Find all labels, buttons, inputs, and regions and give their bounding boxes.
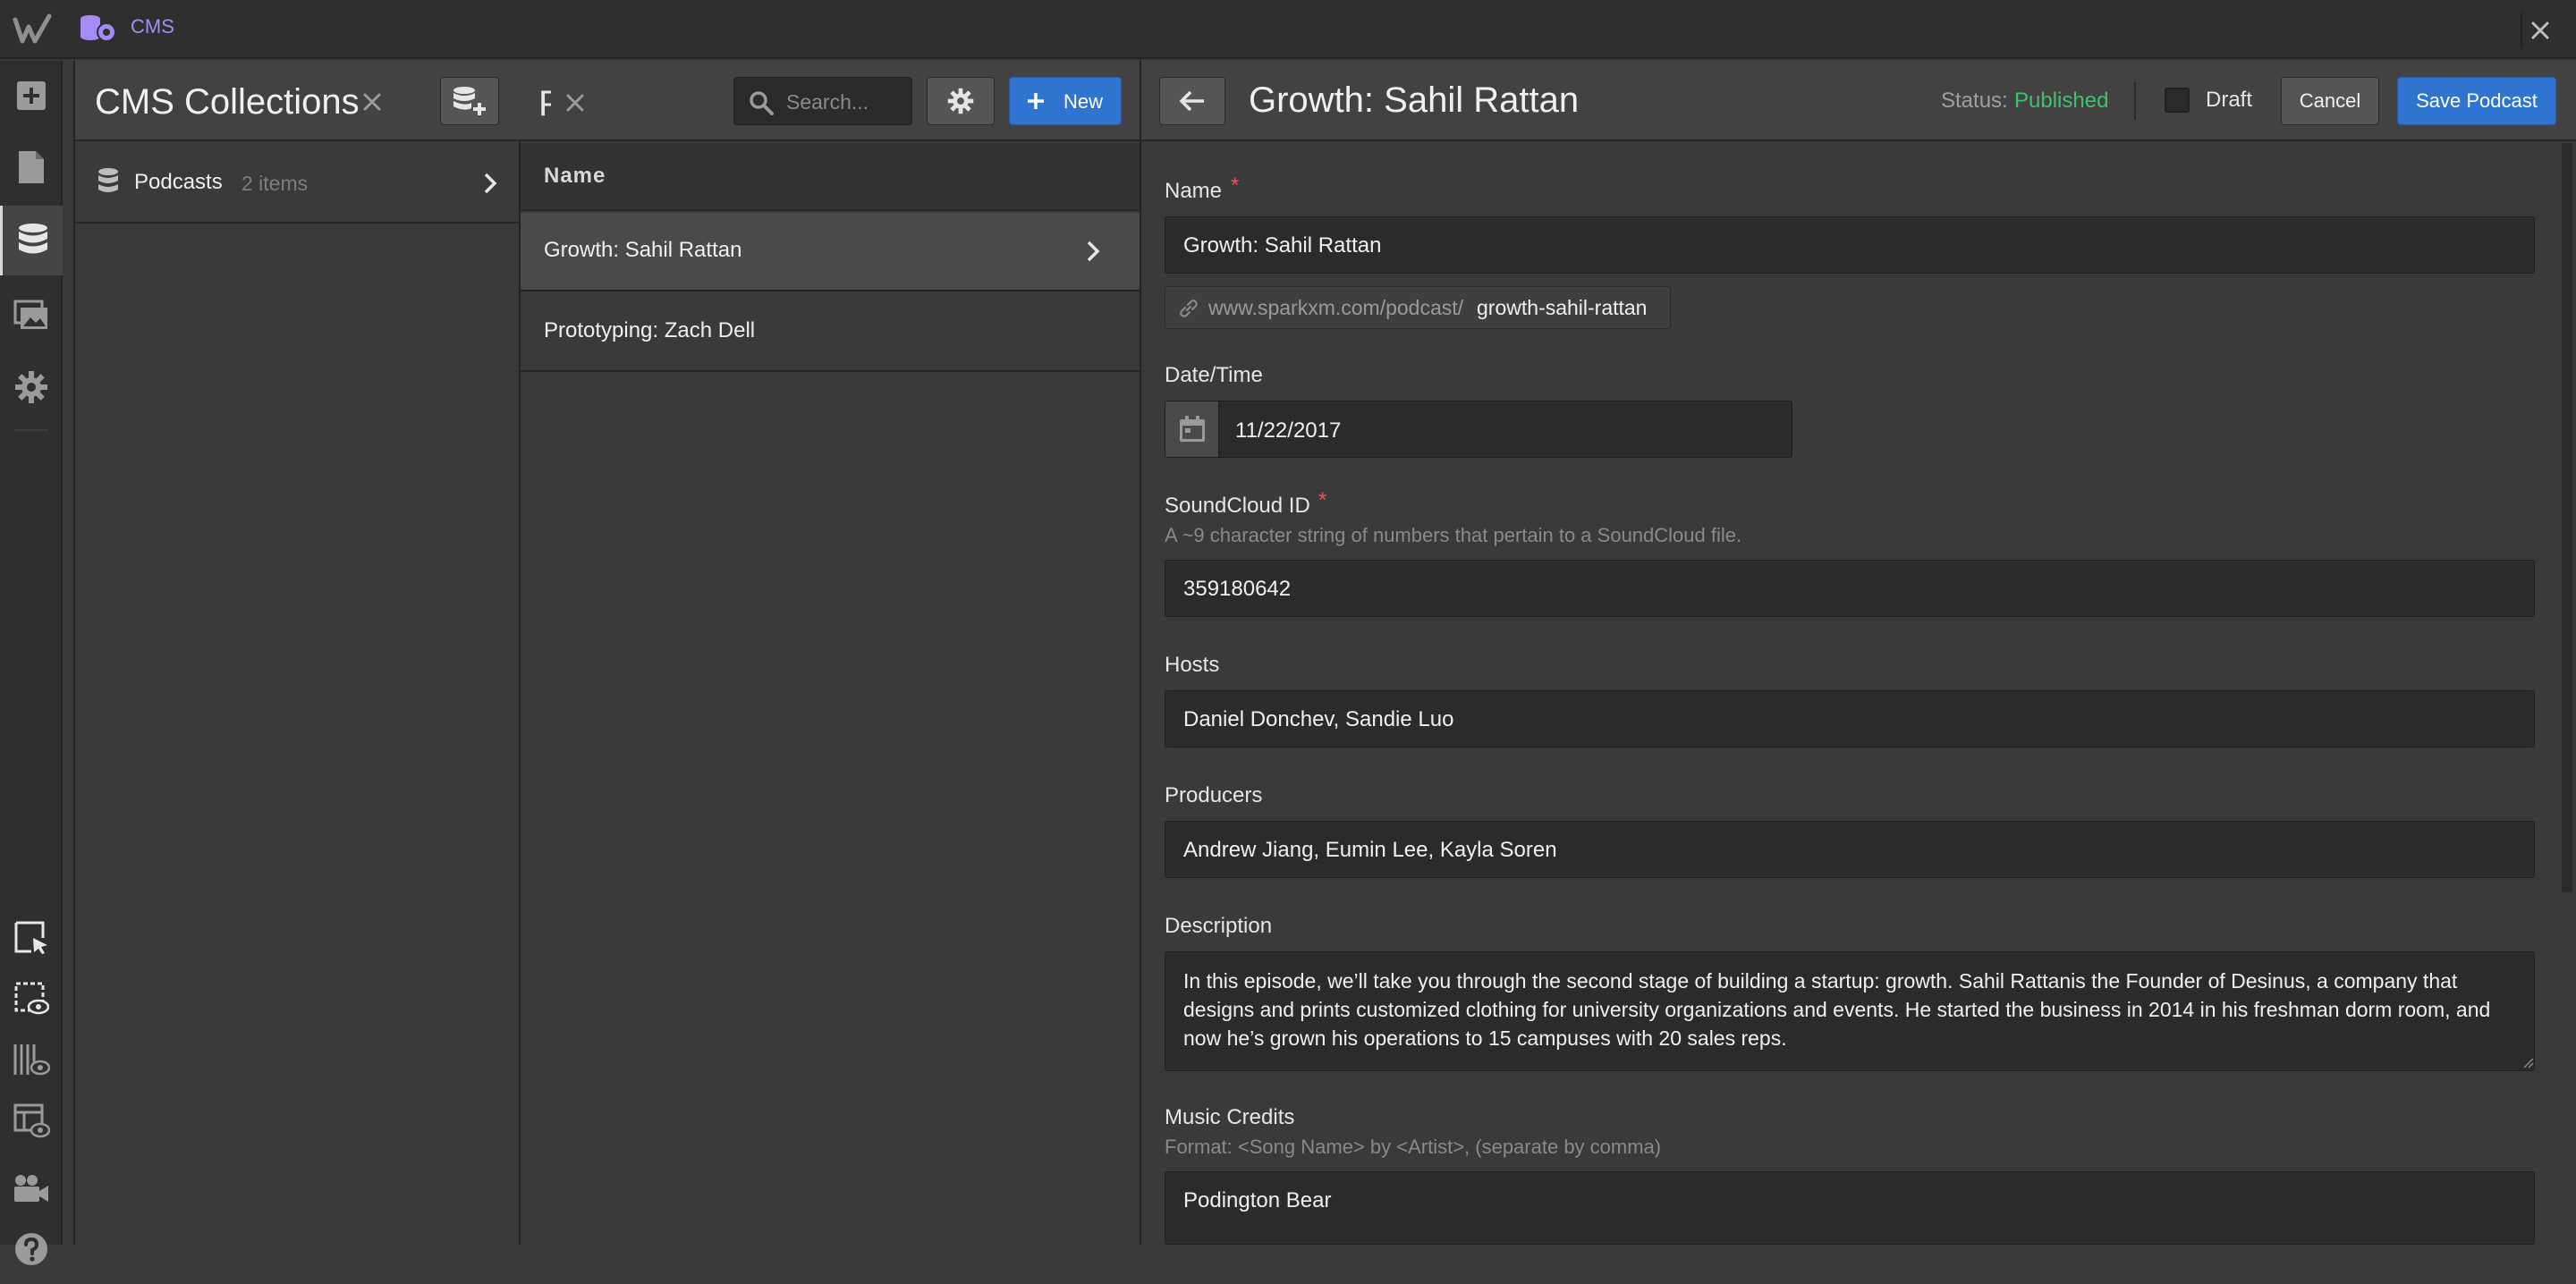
datetime-field[interactable]: 11/22/2017 (1165, 401, 1792, 458)
list-item[interactable]: Growth: Sahil Rattan (521, 213, 1140, 291)
collections-header: CMS Collections (75, 61, 521, 141)
list-item-label: Prototyping: Zach Dell (544, 318, 756, 342)
items-panel: Podcasts New Name Growth: Sahil Rattan P (521, 61, 1141, 1245)
description-label: Description (1165, 914, 1273, 938)
rail-divider (14, 429, 48, 431)
preview-icon[interactable] (0, 964, 63, 1034)
hosts-value: Daniel Donchev, Sandie Luo (1183, 707, 1454, 731)
top-bar: CMS (0, 0, 2576, 59)
list-item-label: Growth: Sahil Rattan (544, 238, 742, 262)
soundcloud-label: SoundCloud ID (1165, 494, 1310, 518)
save-button[interactable]: Save Podcast (2397, 77, 2556, 125)
search-input[interactable] (784, 87, 906, 117)
layout-preview-icon[interactable] (0, 1085, 63, 1155)
chevron-right-icon (1084, 240, 1102, 263)
collection-label: Podcasts (134, 170, 223, 194)
items-panel-title: Podcasts (538, 84, 551, 123)
database-icon (97, 167, 120, 198)
draft-label[interactable]: Draft (2206, 88, 2252, 113)
status-label: Status: (1941, 89, 2008, 113)
left-rail (0, 61, 63, 1265)
database-icon[interactable] (0, 206, 63, 275)
settings-icon[interactable] (0, 352, 63, 422)
status-badge: Published (2014, 89, 2109, 113)
editor-header: Growth: Sahil Rattan Status: Published D… (1141, 61, 2576, 141)
video-icon[interactable] (0, 1153, 63, 1223)
collection-count: 2 items (242, 172, 309, 195)
column-header[interactable]: Name (521, 143, 1140, 211)
hosts-field[interactable]: Daniel Donchev, Sandie Luo (1165, 690, 2535, 748)
list-item[interactable]: Prototyping: Zach Dell (521, 293, 1140, 372)
chevron-right-icon (481, 172, 499, 195)
add-database-icon (453, 87, 486, 115)
add-icon[interactable] (0, 61, 63, 131)
hosts-label: Hosts (1165, 653, 1220, 677)
required-marker: * (1231, 173, 1240, 198)
calendar-icon (1179, 416, 1205, 442)
plus-icon (1026, 91, 1046, 111)
item-editor: Growth: Sahil Rattan Status: Published D… (1141, 61, 2576, 1245)
scrollbar-thumb[interactable] (2562, 143, 2572, 892)
description-textarea[interactable]: In this episode, we’ll take you through … (1165, 951, 2535, 1071)
header-divider (2134, 82, 2136, 120)
back-button[interactable] (1159, 77, 1225, 125)
music-credits-value: Podington Bear (1183, 1188, 1332, 1212)
items-header: Podcasts New (521, 61, 1140, 141)
new-item-label: New (1063, 90, 1104, 113)
collection-item-podcasts[interactable]: Podcasts 2 items (75, 143, 521, 224)
grid-preview-icon[interactable] (0, 1025, 63, 1094)
music-credits-field[interactable]: Podington Bear (1165, 1171, 2535, 1245)
column-header-label: Name (544, 164, 606, 188)
search-box[interactable] (733, 77, 912, 125)
close-icon[interactable] (2521, 13, 2556, 48)
calendar-button[interactable] (1165, 401, 1219, 457)
producers-field[interactable]: Andrew Jiang, Eumin Lee, Kayla Soren (1165, 821, 2535, 878)
name-label: Name (1165, 179, 1223, 203)
help-icon[interactable] (0, 1214, 63, 1284)
required-marker: * (1318, 488, 1327, 512)
description-value: In this episode, we’ll take you through … (1183, 969, 2491, 1050)
link-icon (1178, 298, 1199, 319)
webflow-logo-icon[interactable] (13, 11, 52, 50)
add-collection-button[interactable] (440, 77, 499, 125)
section-label: CMS (131, 15, 174, 38)
collections-title: CMS Collections (95, 82, 360, 122)
select-element-icon[interactable] (0, 903, 63, 973)
slug-prefix: www.sparkxm.com/podcast/ (1208, 296, 1464, 319)
close-icon[interactable] (360, 89, 385, 114)
datetime-value: 11/22/2017 (1235, 418, 1342, 443)
datetime-label: Date/Time (1165, 363, 1263, 387)
new-item-button[interactable]: New (1009, 77, 1122, 125)
soundcloud-help: A ~9 character string of numbers that pe… (1165, 524, 1742, 546)
resize-handle-icon[interactable] (2521, 1056, 2534, 1069)
collection-settings-button[interactable] (927, 77, 995, 125)
name-field[interactable]: Growth: Sahil Rattan (1165, 216, 2535, 274)
producers-value: Andrew Jiang, Eumin Lee, Kayla Soren (1183, 838, 1557, 862)
slug-value: growth-sahil-rattan (1477, 296, 1648, 319)
arrow-left-icon (1179, 90, 1204, 112)
slug-field[interactable]: www.sparkxm.com/podcast/ growth-sahil-ra… (1165, 286, 1671, 329)
soundcloud-value: 359180642 (1183, 577, 1292, 601)
close-icon[interactable] (564, 91, 587, 114)
cms-settings-icon (79, 13, 118, 45)
search-icon (749, 90, 774, 115)
pages-icon[interactable] (0, 132, 63, 202)
gear-icon (947, 88, 974, 114)
name-value: Growth: Sahil Rattan (1183, 233, 1382, 258)
editor-title: Growth: Sahil Rattan (1249, 80, 1580, 120)
collections-panel: CMS Collections Podcasts 2 items (73, 61, 521, 1245)
music-credits-help: Format: <Song Name> by <Artist>, (separa… (1165, 1136, 1662, 1158)
draft-checkbox[interactable] (2165, 88, 2190, 113)
music-credits-label: Music Credits (1165, 1105, 1295, 1129)
cancel-button[interactable]: Cancel (2281, 77, 2379, 125)
soundcloud-field[interactable]: 359180642 (1165, 560, 2535, 617)
assets-icon[interactable] (0, 281, 63, 351)
producers-label: Producers (1165, 783, 1263, 807)
